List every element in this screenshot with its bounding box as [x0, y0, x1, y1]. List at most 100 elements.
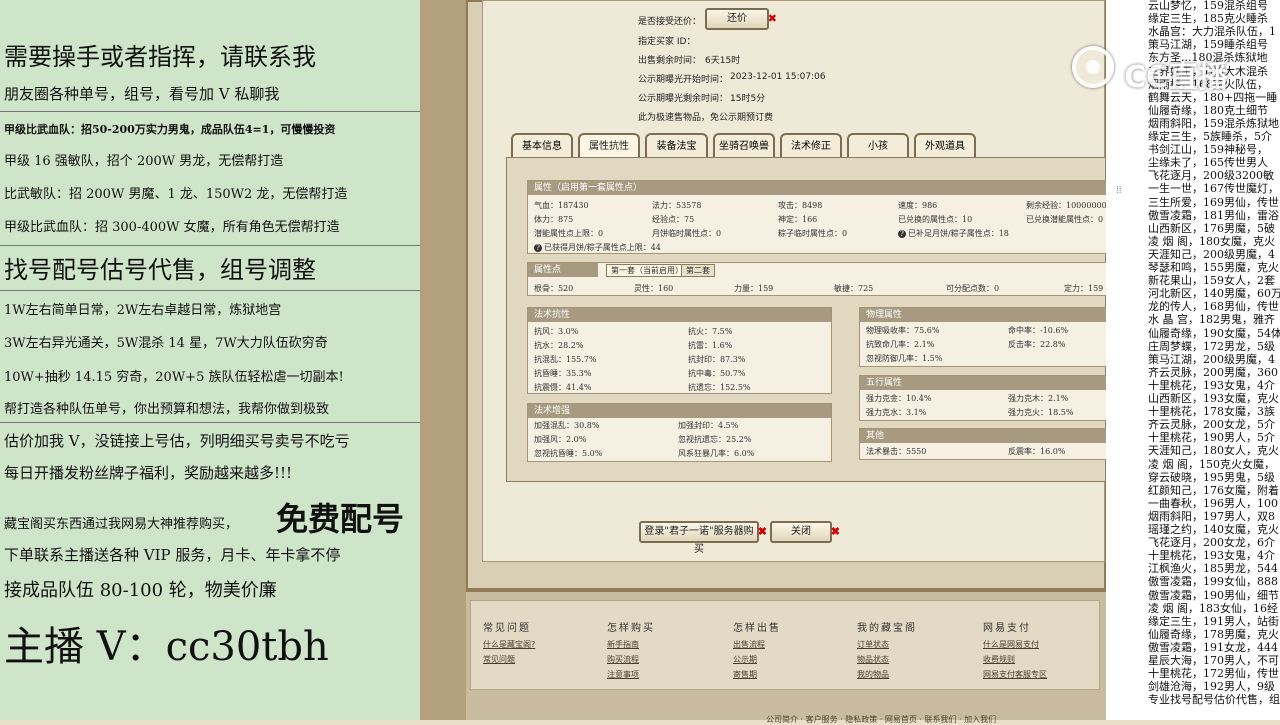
chat-line: 山西新区，193女魔，克火	[1148, 392, 1279, 405]
stat-cell-key: 抗水	[534, 341, 550, 350]
chat-line: 烟雨斜阳，197男人，双8	[1148, 509, 1275, 523]
promo-line: 估价加我 V，没链接上号估，列明细买号卖号不吃亏	[4, 432, 350, 450]
colon: ：	[794, 201, 802, 210]
public-remaining-label: 公示期曝光剩余时间：	[638, 94, 729, 104]
attr-cell-value: 53578	[676, 201, 702, 210]
colon: ：	[712, 383, 720, 392]
login-server-buy-button[interactable]: 登录"君子一诺"服务器购买 ✖	[639, 521, 767, 555]
chat-line: 策马江湖，200级男魔，4	[1148, 352, 1275, 366]
tab-4[interactable]: 法术修正	[780, 133, 842, 157]
footer-link[interactable]: 收费规则	[983, 654, 1015, 665]
points-section-header: 属性点	[528, 263, 598, 277]
help-icon[interactable]: ?	[898, 230, 906, 238]
colon: ：	[834, 229, 842, 238]
promo-line: 比武敏队：招 200W 男魔、1 龙、150W2 龙，无偿帮打造	[4, 187, 348, 202]
footer-link[interactable]: 物品状态	[857, 654, 889, 665]
stat-cell: 反击率：22.8%	[1008, 339, 1065, 350]
colon: ：	[708, 229, 716, 238]
colon: ：	[990, 229, 999, 238]
stat-cell-value: 30.8%	[574, 421, 600, 430]
colon: ：	[650, 284, 658, 293]
close-x-icon: ✖	[757, 525, 767, 538]
chat-line: 凌 烟 阁，183女仙，16经	[1148, 601, 1278, 615]
footer-link[interactable]: 常见问题	[483, 654, 515, 665]
chat-line: 仙履奇缘，178男魔，克火	[1148, 627, 1279, 641]
attr-cell-value: 0	[1098, 215, 1104, 224]
attr-cell: 剩余经验：1000000000	[1026, 200, 1117, 211]
chat-line: 庄周梦蝶，172男龙，5级	[1148, 339, 1275, 353]
attr-cell-value: 10	[962, 215, 973, 224]
footer-link[interactable]: 订单状态	[857, 639, 889, 650]
tab-1[interactable]: 属性抗性	[578, 133, 640, 157]
counter-offer-button[interactable]: 还价 ✖	[705, 8, 777, 30]
promo-line: 10W+抽秒 14.15 穷奇，20W+5 族队伍轻松虐一切副本!	[4, 370, 344, 385]
points-cell-value: 0	[994, 284, 1000, 293]
footer-link[interactable]: 新手指南	[607, 639, 639, 650]
attr-cell-value: 986	[922, 201, 938, 210]
other-header: 其他	[860, 429, 1106, 443]
tab-5[interactable]: 小孩	[847, 133, 909, 157]
footer-col-title: 怎样出售	[733, 623, 781, 634]
stat-cell-value: 2.1%	[1048, 394, 1069, 403]
stat-cell-key: 抗风	[534, 327, 550, 336]
colon: ：	[1032, 340, 1040, 349]
stat-cell-key: 加强封印	[678, 421, 710, 430]
footer-link[interactable]: 我的物品	[857, 669, 889, 680]
footer-link[interactable]: 寄售期	[733, 669, 757, 680]
spell-boost-header: 法术增强	[528, 404, 831, 418]
chat-line: 山西新区，176男魔，5破	[1148, 221, 1275, 235]
points-tab-0[interactable]: 第一套（当前启用）	[606, 264, 688, 277]
stat-cell-key: 加强混乱	[534, 421, 566, 430]
colon: ：	[558, 383, 566, 392]
points-cell-key: 可分配点数	[946, 284, 986, 293]
close-button[interactable]: 关闭 ✖	[770, 521, 840, 543]
tab-0[interactable]: 基本信息	[511, 133, 573, 157]
tab-3[interactable]: 坐骑召唤兽	[713, 133, 775, 157]
colon: ：	[914, 354, 922, 363]
points-tab-1[interactable]: 第二套	[681, 264, 715, 277]
promo-line: 找号配号估号代售，组号调整	[4, 256, 316, 284]
stat-cell-key: 强力克水	[866, 408, 898, 417]
footer-link[interactable]: 什么是藏宝阁?	[483, 639, 535, 650]
footer-link[interactable]: 出售流程	[733, 639, 765, 650]
help-icon[interactable]: ?	[534, 244, 542, 252]
stat-cell: 抗封印：87.3%	[688, 354, 745, 365]
stat-cell: 风系狂暴几率：6.0%	[678, 448, 754, 459]
colon: ：	[566, 421, 574, 430]
colon: ：	[1080, 284, 1088, 293]
attr-cell: ? 已获得月饼/粽子属性点上限：44	[534, 242, 661, 253]
points-cell: 定力：159	[1064, 283, 1103, 294]
chat-line: 齐云灵脉，200男魔，360	[1148, 365, 1278, 379]
tab-6[interactable]: 外观道具	[914, 133, 976, 157]
footer-link[interactable]: 网易支付客服专区	[983, 669, 1047, 680]
colon: ：	[550, 215, 558, 224]
stat-cell-value: 5550	[906, 447, 927, 456]
stat-cell-key: 风系狂暴几率	[678, 449, 726, 458]
promo-line: 甲级比武血队：招 300-400W 女魔，所有角色无偿帮打造	[4, 220, 340, 235]
stat-cell: 抗震慑：41.4%	[534, 382, 591, 393]
chat-line: 三生所爱，169男仙，传世	[1148, 195, 1279, 209]
chat-line: 天涯知己，200级男魔，4	[1148, 247, 1275, 261]
colon: ：	[558, 355, 566, 364]
chat-line: 十里桃花，172男仙，传世	[1148, 667, 1279, 681]
promo-line: 藏宝阁买东西通过我网易大神推荐购买，	[4, 517, 239, 532]
attr-cell-key: 体力	[534, 215, 550, 224]
stat-cell: 抗风：3.0%	[534, 326, 578, 337]
tab-2[interactable]: 装备法宝	[645, 133, 708, 157]
promo-line: 接成品队伍 80-100 轮，物美价廉	[4, 580, 277, 601]
stat-cell-value: 16.0%	[1040, 447, 1066, 456]
footer-link[interactable]: 购买流程	[607, 654, 639, 665]
attr-cell-key: 已获得月饼/粽子属性点上限	[544, 243, 643, 252]
stat-cell-key: 抗震慑	[534, 383, 558, 392]
colon: ：	[986, 284, 994, 293]
chat-line: 仙履奇缘，180克土细节	[1148, 103, 1268, 117]
stat-cell: 抗火：7.5%	[688, 326, 732, 337]
points-section: 属性点 第一套（当前启用） 第二套 根骨：520 灵性：160 力量：159 敏捷：72…	[527, 262, 1107, 296]
footer-link[interactable]: 公示期	[733, 654, 757, 665]
attr-cell-key: 剩余经验	[1026, 201, 1058, 210]
footer-link[interactable]: 注意事项	[607, 669, 639, 680]
chat-line: 一曲春秋，196男人，100	[1148, 496, 1278, 510]
drag-handle-icon[interactable]: ⁞⁞	[1116, 185, 1122, 196]
stat-cell-value: 28.2%	[558, 341, 584, 350]
footer-link[interactable]: 什么是网易支付	[983, 639, 1039, 650]
